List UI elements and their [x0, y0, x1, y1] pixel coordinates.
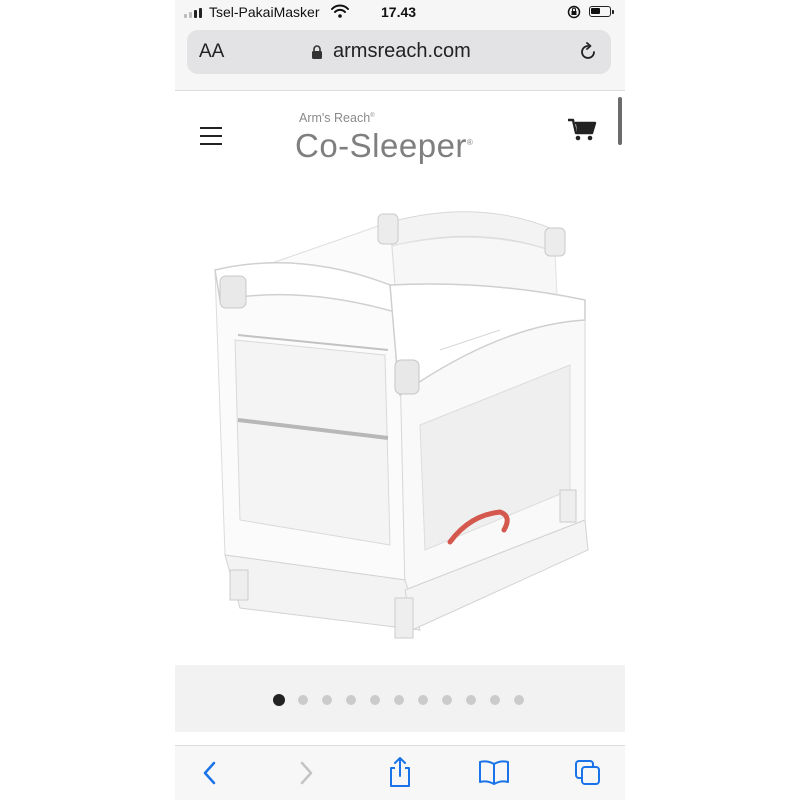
- rotation-lock-icon: [567, 5, 581, 19]
- carousel-dot[interactable]: [298, 695, 308, 705]
- logo-small-text: Arm's Reach®: [299, 111, 375, 125]
- phone-screen: Tsel-PakaiMasker 17.43 AA armsreach.com: [175, 0, 625, 800]
- carousel-dot[interactable]: [346, 695, 356, 705]
- carousel-dot[interactable]: [273, 694, 285, 706]
- back-icon[interactable]: [201, 760, 219, 786]
- status-bar: Tsel-PakaiMasker 17.43: [175, 0, 625, 26]
- browser-address-area: AA armsreach.com: [175, 26, 625, 91]
- shopping-cart-icon[interactable]: [567, 117, 597, 143]
- logo-main-text: Co-Sleeper®: [295, 127, 474, 164]
- scroll-indicator[interactable]: [618, 97, 622, 145]
- carrier-name: Tsel-PakaiMasker: [209, 4, 320, 20]
- carousel-dot[interactable]: [394, 695, 404, 705]
- hamburger-menu-icon[interactable]: [200, 127, 222, 145]
- carousel-pagination: [175, 665, 625, 732]
- carousel-dot[interactable]: [514, 695, 524, 705]
- browser-toolbar: [175, 745, 625, 800]
- status-time: 17.43: [381, 4, 417, 20]
- carousel-dot[interactable]: [370, 695, 380, 705]
- forward-icon[interactable]: [297, 760, 315, 786]
- share-icon[interactable]: [387, 756, 413, 788]
- carousel-dot[interactable]: [322, 695, 332, 705]
- lock-icon: [312, 45, 322, 59]
- site-header: Arm's Reach® Co-Sleeper®: [175, 91, 625, 181]
- url-text[interactable]: armsreach.com: [333, 40, 471, 63]
- reload-icon[interactable]: [578, 42, 598, 62]
- carousel-dot[interactable]: [490, 695, 500, 705]
- text-size-button[interactable]: AA: [199, 41, 224, 63]
- carousel-dot[interactable]: [466, 695, 476, 705]
- bookmarks-icon[interactable]: [478, 759, 510, 785]
- registered-mark: ®: [370, 112, 375, 119]
- tabs-icon[interactable]: [574, 759, 602, 787]
- wifi-icon: [331, 4, 349, 18]
- battery-icon: [589, 6, 614, 17]
- address-bar[interactable]: AA armsreach.com: [187, 30, 611, 74]
- carousel-dot[interactable]: [418, 695, 428, 705]
- carousel-dot[interactable]: [442, 695, 452, 705]
- site-logo[interactable]: Arm's Reach® Co-Sleeper®: [295, 93, 515, 173]
- product-image[interactable]: [200, 190, 610, 660]
- registered-mark: ®: [466, 138, 474, 147]
